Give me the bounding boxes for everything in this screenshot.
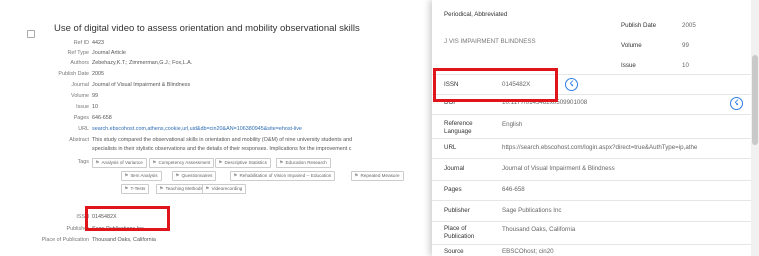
divider xyxy=(432,180,751,181)
lightning-icon[interactable]: ☇ xyxy=(565,78,578,91)
volume-value: 99 xyxy=(682,42,689,49)
tag-icon: ⚑ xyxy=(152,160,157,166)
field-row-volume: Volume 99 xyxy=(0,92,432,101)
lightning-icon[interactable]: ☇ xyxy=(730,97,743,110)
tag-chip[interactable]: ⚑ Competency Assessment xyxy=(149,158,215,168)
url-value[interactable]: https://search.ebscohost.com/login.aspx?… xyxy=(502,144,697,152)
divider xyxy=(432,138,751,139)
divider xyxy=(432,244,751,245)
field-key: Publish Date xyxy=(58,71,89,77)
tag-chip[interactable]: ⚑ Repeated Measure xyxy=(351,171,404,181)
tag-chip[interactable]: ⚑ Videorecording xyxy=(202,184,247,194)
tag-icon: ⚑ xyxy=(233,173,238,179)
tag-icon: ⚑ xyxy=(175,173,180,179)
issue-label: Issue xyxy=(621,62,636,69)
tag-icon: ⚑ xyxy=(205,186,210,192)
tag-chip[interactable]: ⚑ Questionnaires xyxy=(172,171,217,181)
abstract-line: This study compared the observational sk… xyxy=(92,137,353,143)
tag-icon: ⚑ xyxy=(124,186,129,192)
tag-chip[interactable]: ⚑ Rehabilitation of Vision Impaired -- Ed… xyxy=(230,171,336,181)
field-key: Publisher xyxy=(66,226,89,232)
tag-icon: ⚑ xyxy=(124,173,129,179)
tag-chip[interactable]: ⚑ Education Research xyxy=(276,158,331,168)
tag-chip[interactable]: ⚑ Analysis of Variance xyxy=(92,158,147,168)
field-key: URL xyxy=(78,126,89,132)
field-row-ref-id: Ref ID 4423 xyxy=(0,39,432,48)
tag-icon: ⚑ xyxy=(159,186,164,192)
abstract-line: specialists in their stylistic observati… xyxy=(92,146,352,152)
field-row-issue: Issue 10 xyxy=(0,103,432,112)
publisher-value: Sage Publications Inc xyxy=(502,207,562,214)
source-label: Source xyxy=(444,248,464,255)
issue-value: 10 xyxy=(682,62,689,69)
field-value: Zebehazy,K.T.; Zimmerman,G.J.; Fox,L.A. xyxy=(92,60,193,66)
periodical-label: Periodical, Abbreviated xyxy=(444,11,508,18)
tag-chip[interactable]: ⚑ Item Analysis xyxy=(121,171,162,181)
scrollbar-thumb[interactable] xyxy=(752,55,758,145)
source-value: EBSCOhost; cin20 xyxy=(502,248,554,255)
reference-language-label: Reference Language xyxy=(444,120,473,135)
divider xyxy=(432,200,751,201)
place-of-publication-label: Place of Publication xyxy=(444,225,475,240)
reference-language-value: English xyxy=(502,121,523,128)
tag-chip[interactable]: ⚑ T-Tests xyxy=(121,184,150,194)
field-row-journal: Journal Journal of Visual Impairment & B… xyxy=(0,81,432,90)
tag-icon: ⚑ xyxy=(95,160,100,166)
field-row-ref-type: Ref Type Journal Article xyxy=(0,49,432,58)
publisher-label: Publisher xyxy=(444,207,470,214)
divider xyxy=(432,221,751,222)
field-value: 2005 xyxy=(92,71,104,77)
tag-icon: ⚑ xyxy=(218,160,223,166)
publish-date-label: Publish Date xyxy=(621,22,657,29)
field-row-url: URL search.ebscohost.com,athens,cookie,u… xyxy=(0,125,432,134)
field-row-publish-date: Publish Date 2005 xyxy=(0,70,432,79)
field-value: Thousand Oaks, California xyxy=(92,237,156,243)
reference-detail-panel: Periodical, Abbreviated J VIS IMPAIRMENT… xyxy=(432,0,751,256)
field-row-issn: ISSN 0145482X xyxy=(0,213,432,222)
journal-label: Journal xyxy=(444,165,465,172)
divider xyxy=(432,114,751,115)
field-row-authors: Authors Zebehazy,K.T.; Zimmerman,G.J.; F… xyxy=(0,59,432,68)
tag-chip[interactable]: ⚑ Descriptive Statistics xyxy=(215,158,271,168)
periodical-value: J VIS IMPAIRMENT BLINDNESS xyxy=(444,38,536,45)
url-link[interactable]: search.ebscohost.com,athens,cookie,url,u… xyxy=(92,125,302,134)
field-key: Journal xyxy=(71,82,89,88)
field-row-pages: Pages 646-658 xyxy=(0,114,432,123)
field-key: Authors xyxy=(70,60,89,66)
field-key: Ref ID xyxy=(73,40,89,46)
publish-date-value: 2005 xyxy=(682,22,696,29)
pages-label: Pages xyxy=(444,186,462,193)
field-key: Abstract xyxy=(69,137,89,143)
field-value: 10 xyxy=(92,104,98,110)
field-key: ISSN xyxy=(76,214,89,220)
field-key: Place of Publication xyxy=(41,237,89,243)
issn-highlight-box-left xyxy=(85,206,170,231)
field-row-place: Place of Publication Thousand Oaks, Cali… xyxy=(0,236,432,245)
record-title[interactable]: Use of digital video to assess orientati… xyxy=(54,23,360,34)
field-row-publisher: Publisher Sage Publications Inc xyxy=(0,225,432,234)
tag-icon: ⚑ xyxy=(279,160,284,166)
field-key: Volume xyxy=(71,93,89,99)
url-label: URL xyxy=(444,144,457,151)
journal-value: Journal of Visual Impairment & Blindness xyxy=(502,165,615,172)
place-of-publication-value: Thousand Oaks, California xyxy=(502,226,576,233)
volume-label: Volume xyxy=(621,42,642,49)
reference-list-pane: Use of digital video to assess orientati… xyxy=(0,0,432,256)
tag-icon: ⚑ xyxy=(354,173,359,179)
issn-highlight-box-right xyxy=(433,68,558,102)
field-value: 646-658 xyxy=(92,115,112,121)
field-key: Ref Type xyxy=(67,50,89,56)
field-value: 99 xyxy=(92,93,98,99)
field-key: Tags xyxy=(77,159,89,165)
field-value: Journal of Visual Impairment & Blindness xyxy=(92,82,191,88)
divider xyxy=(432,158,751,159)
field-key: Issue xyxy=(76,104,89,110)
field-value: Journal Article xyxy=(92,50,126,56)
field-key: Pages xyxy=(73,115,89,121)
record-select-checkbox[interactable] xyxy=(27,30,35,38)
tag-chip[interactable]: ⚑ Teaching Methods xyxy=(156,184,207,194)
detail-scrollbar[interactable] xyxy=(751,0,759,256)
pages-value: 646-658 xyxy=(502,186,525,193)
field-value: 4423 xyxy=(92,40,104,46)
